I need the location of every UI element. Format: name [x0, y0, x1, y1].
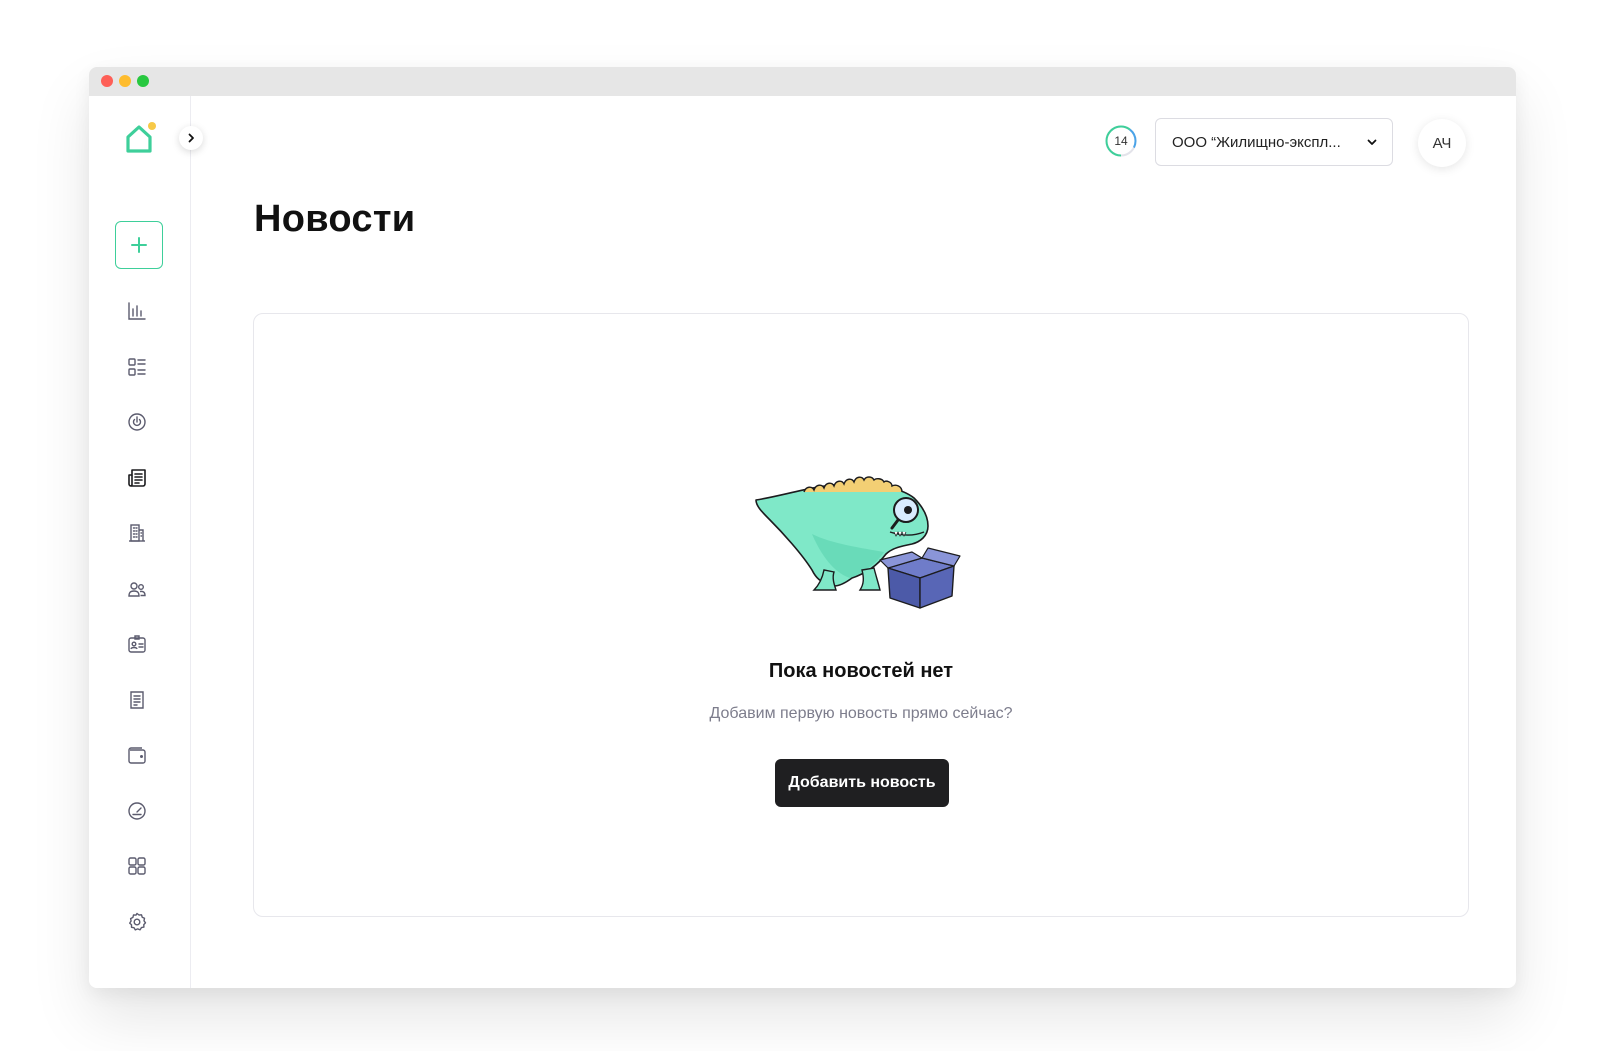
- add-news-button[interactable]: Добавить новость: [775, 759, 949, 807]
- newspaper-icon: [128, 469, 146, 487]
- document-icon: [130, 691, 144, 709]
- sidebar-collapse-button[interactable]: [179, 126, 203, 150]
- sidebar-item-requests[interactable]: [124, 354, 150, 380]
- grid-icon: [128, 857, 146, 875]
- chevron-right-icon: [188, 133, 194, 143]
- close-window-button[interactable]: [101, 75, 113, 87]
- counter-value: 14: [1114, 134, 1128, 148]
- wallet-icon: [128, 747, 146, 764]
- page-title: Новости: [254, 198, 416, 240]
- app-window: 14 ООО “Жилищно-экспл... АЧ Новости Пока…: [89, 67, 1516, 988]
- sidebar-item-meters[interactable]: [124, 409, 150, 435]
- maximize-window-button[interactable]: [137, 75, 149, 87]
- sidebar-item-news[interactable]: [124, 465, 150, 491]
- sidebar-item-buildings[interactable]: [124, 520, 150, 546]
- gauge-icon: [128, 802, 146, 820]
- building-icon: [129, 524, 145, 542]
- empty-state-illustration: [755, 476, 961, 609]
- notifications-counter[interactable]: 14: [1104, 124, 1138, 158]
- sidebar-item-analytics[interactable]: [124, 298, 150, 324]
- power-icon: [128, 413, 146, 431]
- sidebar: [89, 96, 203, 988]
- add-button[interactable]: [115, 221, 163, 269]
- bar-chart-icon: [128, 302, 146, 320]
- empty-state-title: Пока новостей нет: [768, 660, 954, 682]
- sidebar-item-employees[interactable]: [124, 631, 150, 657]
- plus-icon: [131, 237, 147, 253]
- main-content: 14 ООО “Жилищно-экспл... АЧ Новости Пока…: [191, 96, 1516, 988]
- user-avatar[interactable]: АЧ: [1418, 119, 1466, 167]
- sidebar-item-payments[interactable]: [124, 742, 150, 768]
- id-card-icon: [128, 635, 146, 653]
- sidebar-item-settings[interactable]: [124, 909, 150, 935]
- gear-icon: [129, 912, 147, 931]
- sidebar-item-documents[interactable]: [124, 687, 150, 713]
- empty-state-subtitle: Добавим первую новость прямо сейчас?: [709, 705, 1013, 722]
- sidebar-item-tariffs[interactable]: [124, 798, 150, 824]
- organization-select-value: ООО “Жилищно-экспл...: [1172, 133, 1341, 151]
- list-icon: [128, 358, 146, 376]
- window-titlebar: [89, 67, 1516, 96]
- chevron-down-icon: [1367, 139, 1377, 145]
- minimize-window-button[interactable]: [119, 75, 131, 87]
- organization-select[interactable]: ООО “Жилищно-экспл...: [1155, 118, 1393, 166]
- news-empty-state-card: Пока новостей нет Добавим первую новость…: [253, 313, 1469, 917]
- users-icon: [128, 582, 146, 597]
- sidebar-item-residents[interactable]: [124, 576, 150, 602]
- logo-notification-dot: [148, 122, 156, 130]
- sidebar-item-services[interactable]: [124, 853, 150, 879]
